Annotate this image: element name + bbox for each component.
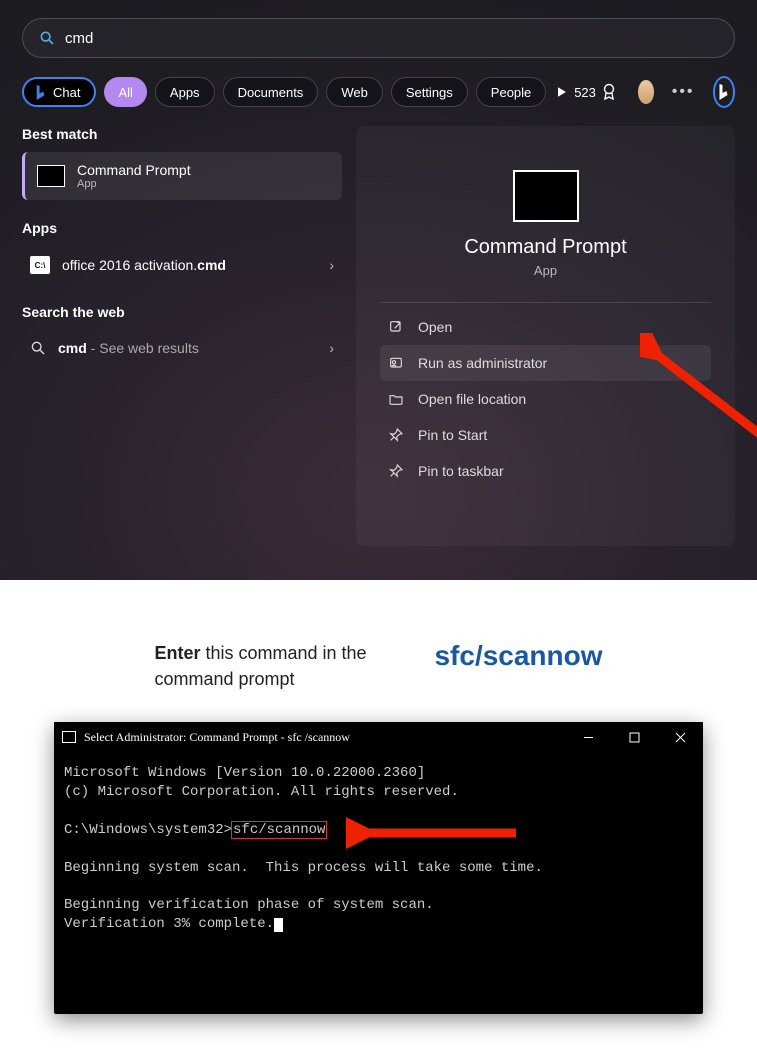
titlebar[interactable]: Select Administrator: Command Prompt - s… [54, 722, 703, 752]
action-run-as-admin[interactable]: Run as administrator [380, 345, 711, 381]
pin-icon [388, 427, 404, 443]
open-icon [388, 319, 404, 335]
results-row: Best match Command Prompt App Apps C:\ o… [0, 108, 757, 546]
web-item-label: cmd - See web results [58, 340, 199, 356]
chip-web-label: Web [341, 85, 368, 100]
chip-documents[interactable]: Documents [223, 77, 319, 107]
chip-chat[interactable]: Chat [22, 77, 96, 107]
cmd-window: Select Administrator: Command Prompt - s… [54, 722, 703, 1014]
action-runas-label: Run as administrator [418, 355, 547, 371]
instruction-row: Enter this command in the command prompt… [0, 580, 757, 722]
action-openloc-label: Open file location [418, 391, 526, 407]
action-pin-start[interactable]: Pin to Start [380, 417, 711, 453]
instruction-text: Enter this command in the command prompt [154, 640, 374, 692]
results-left: Best match Command Prompt App Apps C:\ o… [22, 126, 342, 546]
action-open-location[interactable]: Open file location [380, 381, 711, 417]
chip-chat-label: Chat [53, 85, 80, 100]
bestmatch-item[interactable]: Command Prompt App [22, 152, 342, 200]
action-pintaskbar-label: Pin to taskbar [418, 463, 504, 479]
instruction-command: sfc/scannow [434, 640, 602, 672]
bing-button[interactable] [713, 76, 735, 108]
rewards-points[interactable]: 523 [574, 83, 616, 101]
action-open[interactable]: Open [380, 309, 711, 345]
chevron-right-icon: › [329, 340, 334, 356]
play-icon[interactable] [558, 85, 566, 99]
cmd-icon [37, 165, 65, 187]
chip-all-label: All [118, 85, 132, 100]
bestmatch-heading: Best match [22, 126, 342, 142]
close-button[interactable] [657, 722, 703, 752]
minimize-button[interactable] [565, 722, 611, 752]
chip-settings-label: Settings [406, 85, 453, 100]
search-box[interactable] [22, 18, 735, 58]
windows-search-panel: Chat All Apps Documents Web Settings Peo… [0, 0, 757, 580]
chip-settings[interactable]: Settings [391, 77, 468, 107]
chip-web[interactable]: Web [326, 77, 383, 107]
folder-icon [388, 391, 404, 407]
chip-people-label: People [491, 85, 531, 100]
typed-command: sfc/scannow [232, 822, 326, 838]
searchweb-heading: Search the web [22, 304, 342, 320]
file-icon: C:\ [30, 256, 50, 274]
search-icon [30, 340, 46, 356]
action-pin-taskbar[interactable]: Pin to taskbar [380, 453, 711, 489]
search-input[interactable] [65, 30, 718, 47]
window-title: Select Administrator: Command Prompt - s… [84, 730, 350, 745]
chip-documents-label: Documents [238, 85, 304, 100]
terminal-cursor [274, 918, 283, 932]
chip-people[interactable]: People [476, 77, 546, 107]
pin-icon [388, 463, 404, 479]
web-item[interactable]: cmd - See web results › [22, 330, 342, 366]
apps-item[interactable]: C:\ office 2016 activation.cmd › [22, 246, 342, 284]
bestmatch-label: Command Prompt [77, 162, 191, 178]
bing-b-icon [717, 83, 730, 101]
maximize-button[interactable] [611, 722, 657, 752]
terminal-output[interactable]: Microsoft Windows [Version 10.0.22000.23… [54, 752, 703, 1014]
points-value: 523 [574, 85, 596, 100]
medal-icon [602, 83, 616, 101]
search-icon [39, 30, 55, 46]
user-avatar[interactable] [638, 80, 654, 104]
apps-item-label: office 2016 activation.cmd [62, 257, 226, 273]
preview-app-icon [513, 170, 579, 222]
action-open-label: Open [418, 319, 452, 335]
results-preview: Command Prompt App Open Run as administr… [356, 126, 735, 546]
apps-heading: Apps [22, 220, 342, 236]
chip-all[interactable]: All [104, 77, 146, 107]
action-pinstart-label: Pin to Start [418, 427, 487, 443]
chevron-right-icon: › [329, 257, 334, 273]
chip-apps-label: Apps [170, 85, 200, 100]
divider [380, 302, 711, 303]
shield-icon [388, 355, 404, 371]
chip-apps[interactable]: Apps [155, 77, 215, 107]
filter-chips-row: Chat All Apps Documents Web Settings Peo… [0, 58, 757, 108]
preview-sub: App [380, 263, 711, 278]
cmd-titlebar-icon [62, 731, 76, 743]
bing-chat-icon [34, 84, 47, 101]
bestmatch-sub: App [77, 178, 191, 190]
preview-title: Command Prompt [380, 236, 711, 259]
more-menu[interactable]: ••• [672, 83, 695, 101]
